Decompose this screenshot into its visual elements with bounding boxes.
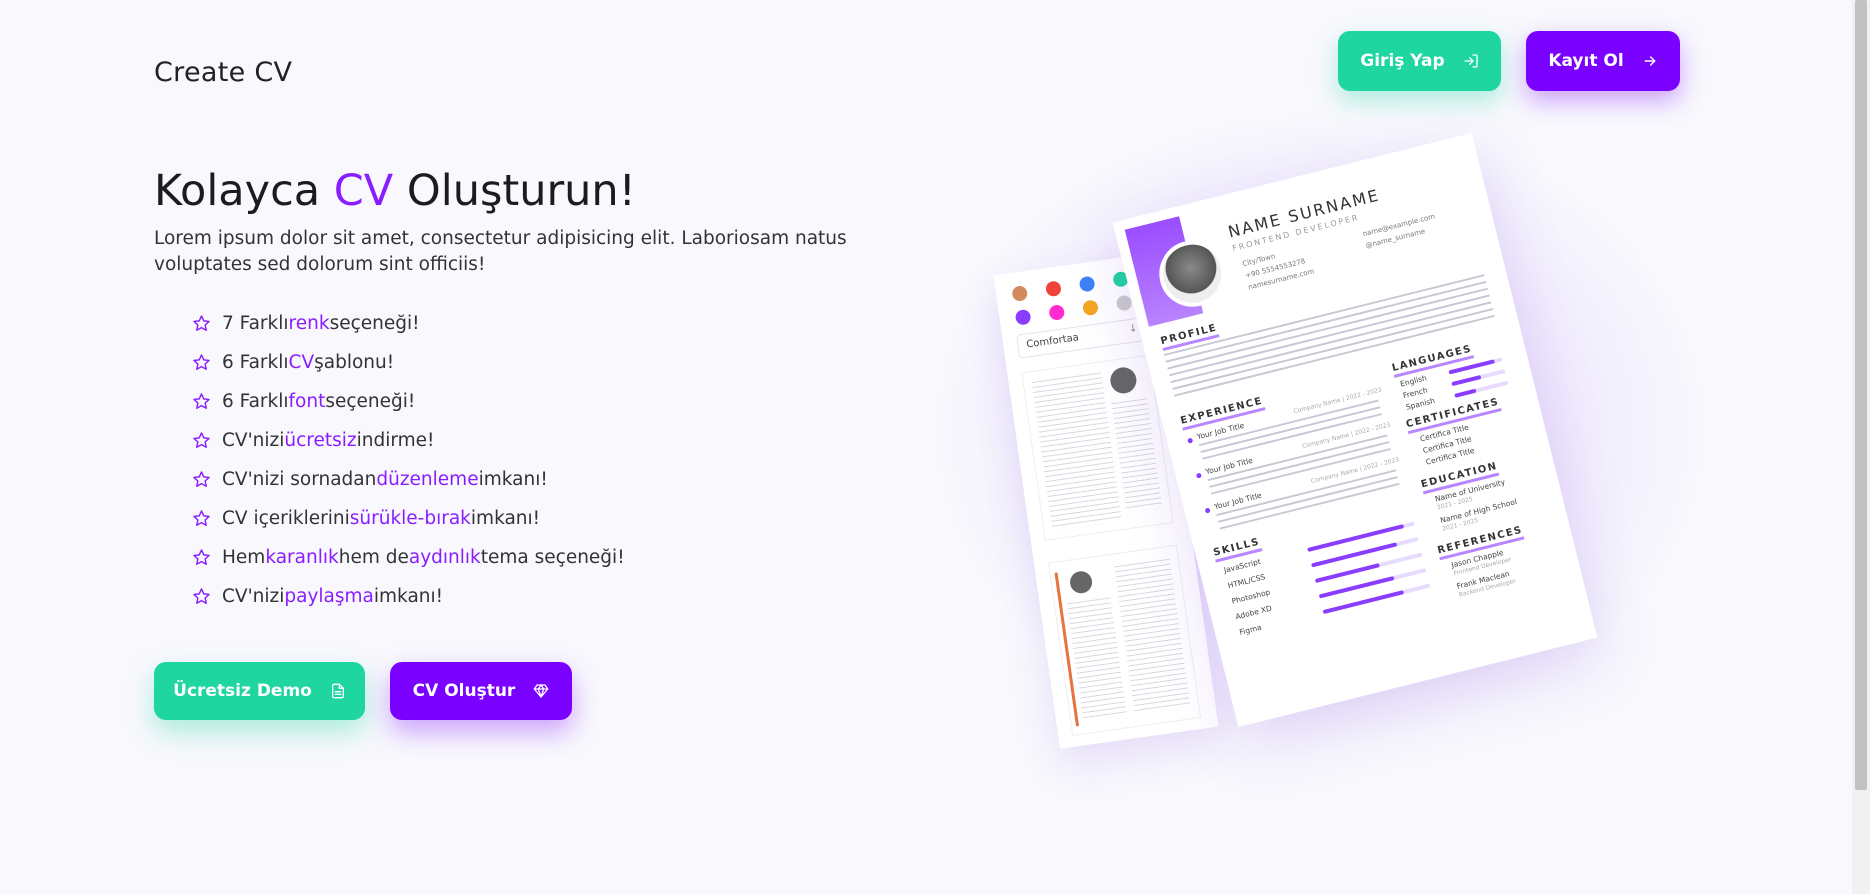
feature-list: 7 Farklı renk seçeneği! 6 Farklı CV şabl… [192,304,625,616]
hero-title-before: Kolayca [154,166,334,216]
color-swatch [1011,285,1029,302]
feature-item: CV'nizi ücretsiz indirme! [192,421,625,460]
cv-job-dot [1187,437,1194,444]
star-icon [193,432,210,448]
feature-item: 7 Farklı renk seçeneği! [192,304,625,343]
star-icon [193,510,210,526]
color-swatch [1081,299,1099,317]
cv-job-dot [1195,472,1202,479]
feature-item: 6 Farklı CV şablonu! [192,343,625,382]
diamond-icon [533,684,549,698]
logo[interactable]: Create CV [154,57,292,88]
register-button-label: Kayıt Ol [1548,51,1624,71]
feature-item: Hem karanlık hem de aydınlık tema seçene… [192,538,625,577]
login-icon [1464,54,1478,68]
feature-item: CV'nizi paylaşma imkanı! [192,577,625,616]
hero-title: Kolayca CV Oluşturun! [154,166,636,216]
cv-skill-bar [1314,552,1423,584]
register-button[interactable]: Kayıt Ol [1526,31,1680,91]
template-thumbnail [1048,544,1202,736]
cv-skill-bar [1311,536,1419,568]
cv-section-languages: LANGUAGES [1390,343,1475,378]
arrow-right-icon [1644,56,1656,66]
cv-job-dot [1204,507,1211,514]
free-demo-label: Ücretsiz Demo [173,681,312,701]
cv-skill-bar [1318,568,1427,599]
color-swatch [1048,304,1066,321]
cv-skill-bar [1322,583,1431,615]
color-swatch [1014,308,1032,326]
star-icon [193,354,210,370]
login-button-label: Giriş Yap [1360,51,1445,71]
template-thumbnail [1021,354,1174,541]
document-icon [331,683,344,699]
color-swatch [1115,294,1133,312]
star-icon [193,315,210,331]
font-select-value: Comfortaa [1025,332,1080,351]
create-cv-label: CV Oluştur [412,681,516,701]
color-swatch [1044,280,1062,298]
color-swatch [1078,275,1096,293]
star-icon [193,393,210,409]
free-demo-button[interactable]: Ücretsiz Demo [154,662,365,720]
font-select: Comfortaa ↓ [1016,316,1149,359]
scrollbar-thumb[interactable] [1855,0,1867,790]
star-icon [193,588,210,604]
page-scrollbar[interactable] [1852,0,1870,894]
cv-skill-name: Adobe XD [1234,603,1273,622]
cv-skill-bar [1307,521,1415,552]
cv-skill-name: HTML/CSS [1226,572,1267,591]
login-button[interactable]: Giriş Yap [1338,31,1501,91]
feature-item: CV içeriklerini sürükle-bırak imkanı! [192,499,625,538]
feature-item: CV'nizi sornadan düzenleme imkanı! [192,460,625,499]
cv-skill-name: JavaScript [1222,556,1262,575]
cv-skill-name: Photoshop [1230,587,1272,606]
hero-title-accent: CV [333,166,394,216]
page: Create CV Giriş Yap Kayıt Ol Kolayca CV … [0,0,1852,894]
star-icon [193,549,210,565]
cv-skill-name: Figma [1238,622,1263,637]
create-cv-button[interactable]: CV Oluştur [390,662,572,720]
feature-item: 6 Farklı font seçeneği! [192,382,625,421]
chevron-down-icon: ↓ [1128,323,1139,336]
star-icon [193,471,210,487]
hero-description: Lorem ipsum dolor sit amet, consectetur … [154,228,847,275]
hero-title-after: Oluşturun! [393,166,636,216]
